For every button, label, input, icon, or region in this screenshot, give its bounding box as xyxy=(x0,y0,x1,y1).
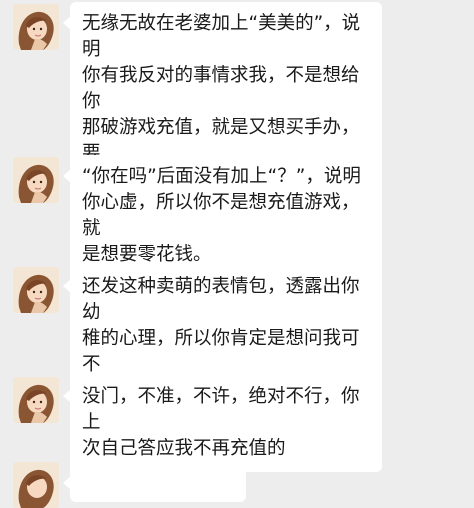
girl-avatar-icon[interactable] xyxy=(13,267,59,313)
chat-conversation: 无缘无故在老婆加上“美美的”，说明 你有我反对的事情求我，不是想给你 那破游戏充… xyxy=(0,0,474,508)
girl-avatar-icon[interactable] xyxy=(13,157,59,203)
girl-avatar-icon[interactable] xyxy=(13,4,59,50)
message-bubble[interactable]: “你在吗”后面没有加上“？”，说明 你心虚，所以你不是想充值游戏，就 是想要零花… xyxy=(63,155,382,278)
girl-avatar-icon[interactable] xyxy=(13,462,59,508)
girl-avatar-icon[interactable] xyxy=(13,377,59,423)
message-bubble[interactable]: 没门，不准，不许，绝对不行，你上 次自己答应我不再充值的 xyxy=(63,375,382,472)
message-bubble[interactable] xyxy=(63,462,246,502)
